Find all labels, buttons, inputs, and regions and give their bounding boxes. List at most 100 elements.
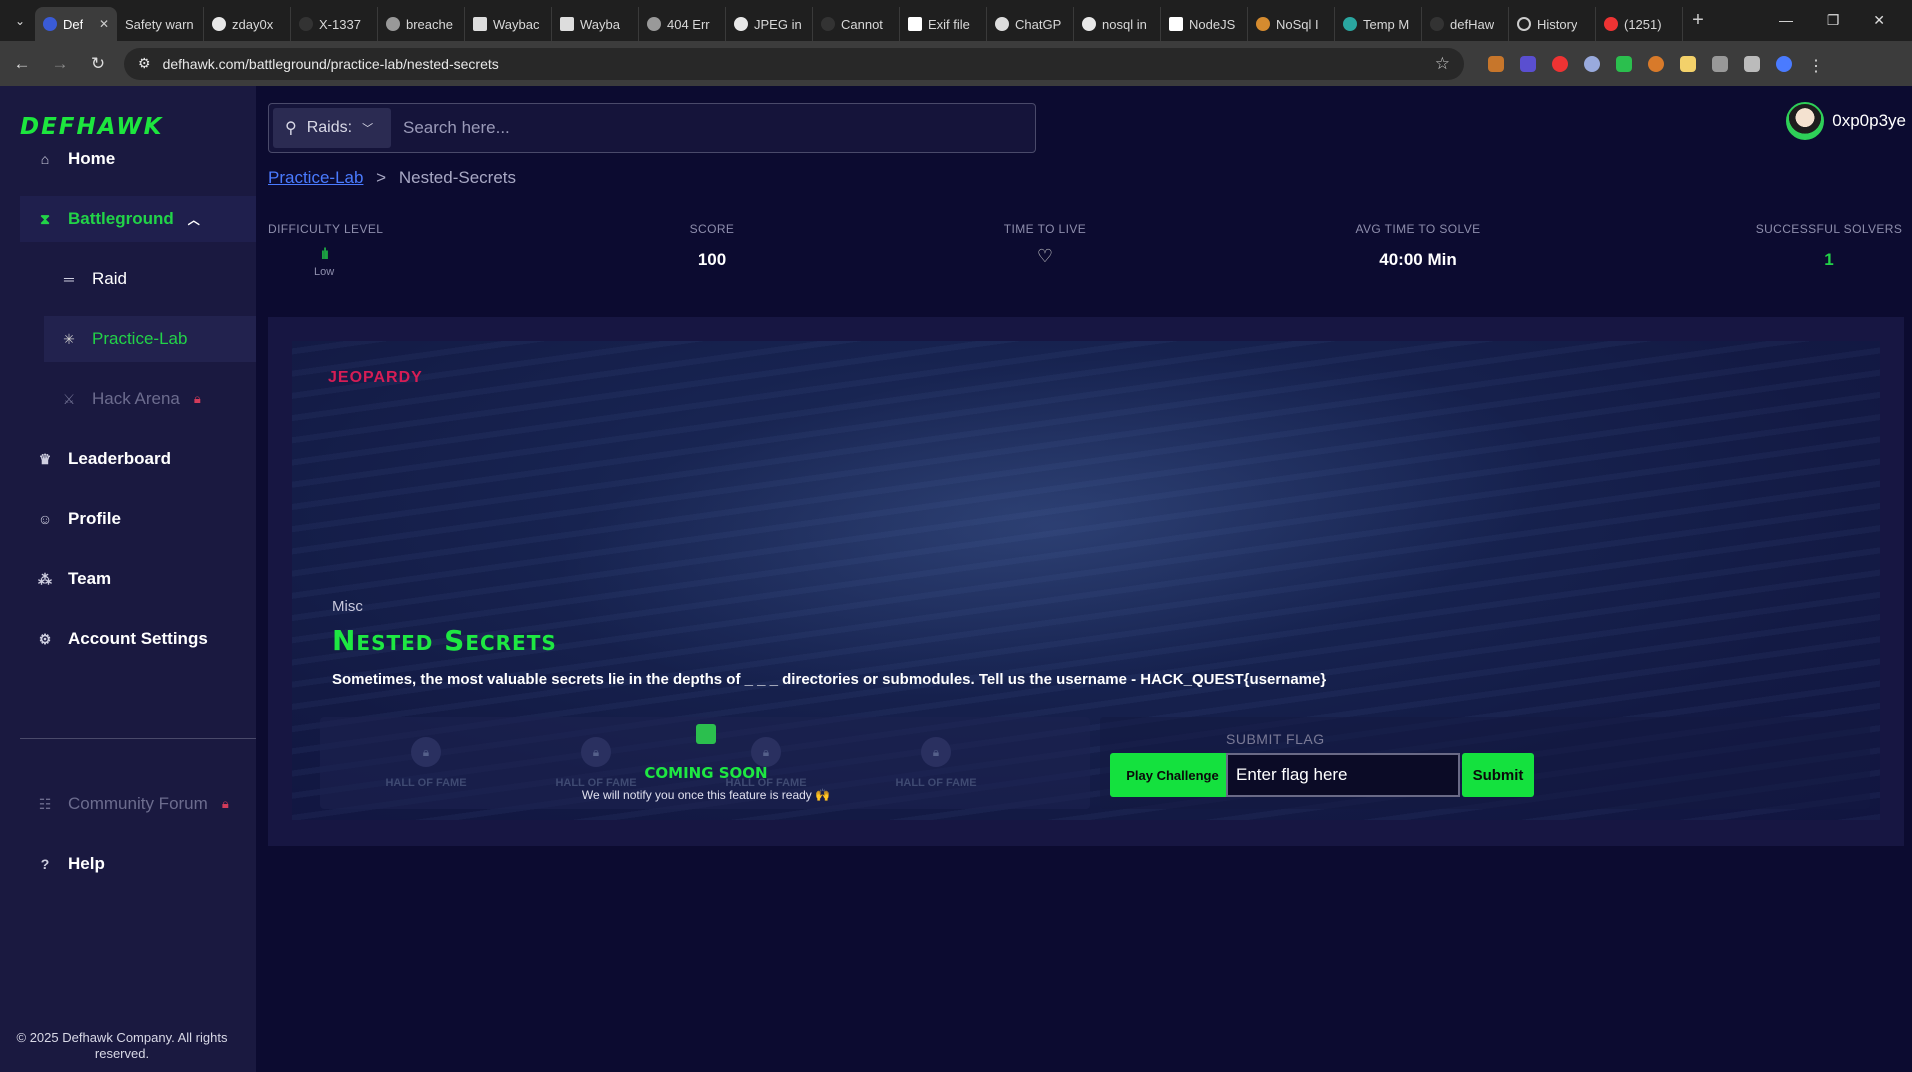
sidebar-item-profile[interactable]: ☺ Profile	[20, 496, 256, 542]
chevron-down-icon: ﹀	[362, 123, 374, 135]
sidebar-item-community-forum[interactable]: ☷ Community Forum 🔒︎	[20, 781, 256, 827]
lock-icon: 🔒︎	[193, 391, 201, 406]
close-icon[interactable]: ✕	[99, 17, 109, 31]
home-icon: ⌂	[40, 151, 50, 167]
search-icon: ⚲	[285, 120, 297, 137]
extensions-bar: ⋮	[1488, 55, 1824, 75]
browser-tab[interactable]: Safety warn	[117, 7, 204, 41]
sidebar-item-raid[interactable]: ═ Raid	[44, 256, 256, 302]
close-window-icon[interactable]: ✕	[1873, 12, 1885, 29]
favicon-icon	[1430, 17, 1444, 31]
extension-icon[interactable]	[1680, 55, 1696, 72]
browser-tab[interactable]: NodeJS	[1161, 7, 1248, 41]
search-input[interactable]: Search here...	[403, 118, 510, 138]
breadcrumb-current: Nested-Secrets	[398, 168, 517, 187]
browser-tab-active[interactable]: Def ✕	[35, 7, 117, 41]
notify-text: We will notify you once this feature is …	[581, 788, 831, 802]
flag-submission-panel: Play Challenge SUBMIT FLAG Enter flag he…	[1100, 717, 1870, 809]
sidebar-item-hack-arena[interactable]: ⚔ Hack Arena 🔒︎	[44, 376, 256, 422]
extension-icon[interactable]	[1616, 55, 1632, 72]
favicon-icon	[299, 17, 313, 31]
bookmark-star-icon[interactable]: ☆	[1435, 54, 1450, 74]
favicon-icon	[1256, 17, 1270, 31]
lock-icon: 🔒︎	[411, 737, 441, 767]
stat-score: SCORE 100	[689, 222, 735, 269]
sidebar-divider	[20, 738, 256, 739]
forward-icon[interactable]: →	[48, 54, 72, 74]
tab-search-icon[interactable]: ⌄	[5, 6, 35, 36]
challenge-card: JEOPARDY Misc Nested Secrets Sometimes, …	[268, 317, 1904, 846]
help-icon: ?	[40, 856, 50, 872]
extension-icon[interactable]	[1648, 55, 1664, 72]
main-content: ⚲ Raids: ﹀ Search here... 0xp0p3ye Pract…	[256, 86, 1912, 1072]
browser-tab[interactable]: (1251)	[1596, 7, 1683, 41]
play-challenge-button[interactable]: Play Challenge	[1110, 753, 1235, 797]
avatar[interactable]	[1786, 102, 1825, 140]
browser-tab[interactable]: zday0x	[204, 7, 291, 41]
browser-tab[interactable]: X-1337	[291, 7, 378, 41]
browser-tab[interactable]: ChatGP	[987, 7, 1074, 41]
challenge-stats: DIFFICULTY LEVEL ılı Low SCORE 100 TIME …	[268, 222, 1904, 282]
extension-icon[interactable]	[1552, 55, 1568, 72]
sidebar-item-practice-lab[interactable]: ✳ Practice-Lab	[44, 316, 256, 362]
browser-tab[interactable]: History	[1509, 7, 1596, 41]
breadcrumb-practice-lab-link[interactable]: Practice-Lab	[268, 168, 363, 187]
sidebar-item-home[interactable]: ⌂ Home	[20, 136, 256, 182]
browser-tab[interactable]: Waybac	[465, 7, 552, 41]
gear-icon: ⚙	[38, 630, 52, 647]
browser-tab[interactable]: Temp M	[1335, 7, 1422, 41]
wayback-icon	[560, 17, 574, 31]
reload-icon[interactable]: ↻	[86, 54, 110, 74]
team-icon: ⁂	[38, 570, 52, 587]
browser-tab[interactable]: breache	[378, 7, 465, 41]
google-favicon-icon	[1082, 17, 1096, 31]
address-bar[interactable]: ⚙ defhawk.com/battleground/practice-lab/…	[124, 47, 1464, 80]
site-info-icon[interactable]: ⚙	[138, 55, 151, 72]
hall-of-fame-slot: 🔒︎ HALL OF FAME	[356, 737, 496, 789]
sidebar-item-help[interactable]: ? Help	[20, 841, 256, 887]
browser-tab[interactable]: JPEG in	[726, 7, 813, 41]
download-icon[interactable]	[1744, 55, 1760, 72]
trophy-icon: ♛	[38, 450, 52, 467]
url-text: defhawk.com/battleground/practice-lab/ne…	[162, 55, 499, 72]
extension-icon[interactable]	[1520, 55, 1536, 72]
minimize-icon[interactable]: —	[1779, 12, 1793, 29]
sidebar-item-battleground[interactable]: ⧗ Battleground ︿	[20, 196, 256, 242]
hall-of-fame-slot: 🔒︎ HALL OF FAME	[866, 737, 1006, 789]
browser-tab[interactable]: defHaw	[1422, 7, 1509, 41]
username: 0xp0p3ye	[1832, 111, 1906, 130]
google-favicon-icon	[212, 17, 226, 31]
extension-icon[interactable]	[1488, 55, 1504, 72]
browser-tab[interactable]: nosql in	[1074, 7, 1161, 41]
sidebar-item-team[interactable]: ⁂ Team	[20, 556, 256, 602]
puzzle-icon[interactable]	[1712, 55, 1728, 72]
exif-favicon-icon	[908, 17, 922, 31]
browser-tab[interactable]: NoSql I	[1248, 7, 1335, 41]
back-icon[interactable]: ←	[10, 54, 34, 74]
profile-icon[interactable]	[1776, 55, 1792, 72]
browser-tab[interactable]: Cannot	[813, 7, 900, 41]
heart-icon: ♡	[1036, 246, 1054, 266]
restore-icon[interactable]: ❐	[1827, 12, 1840, 29]
breadcrumb: Practice-Lab > Nested-Secrets	[268, 168, 516, 188]
flag-input[interactable]: Enter flag here	[1226, 753, 1460, 797]
extension-icon[interactable]	[1584, 55, 1600, 72]
new-tab-button[interactable]: +	[1683, 9, 1713, 32]
favicon-icon	[1343, 17, 1357, 31]
browser-tab[interactable]: Wayba	[552, 7, 639, 41]
challenge-title: Nested Secrets	[332, 624, 557, 657]
sidebar-item-leaderboard[interactable]: ♛ Leaderboard	[20, 436, 256, 482]
browser-tab[interactable]: Exif file	[900, 7, 987, 41]
coming-soon-overlay: COMING SOON We will notify you once this…	[556, 724, 856, 802]
arena-icon: ⚔	[62, 390, 76, 407]
tab-list: Def ✕ Safety warn zday0x X-1337 breache W…	[35, 0, 1762, 41]
raids-dropdown[interactable]: ⚲ Raids: ﹀	[273, 108, 391, 148]
challenge-category: Misc	[332, 598, 363, 615]
sidebar-item-account-settings[interactable]: ⚙ Account Settings	[20, 616, 256, 662]
submit-button[interactable]: Submit	[1462, 753, 1534, 797]
user-menu[interactable]: 0xp0p3ye	[1786, 102, 1906, 140]
browser-tab[interactable]: 404 Err	[639, 7, 726, 41]
menu-icon[interactable]: ⋮	[1808, 56, 1824, 75]
forum-icon: ☷	[38, 795, 52, 812]
raid-icon: ═	[64, 271, 74, 287]
